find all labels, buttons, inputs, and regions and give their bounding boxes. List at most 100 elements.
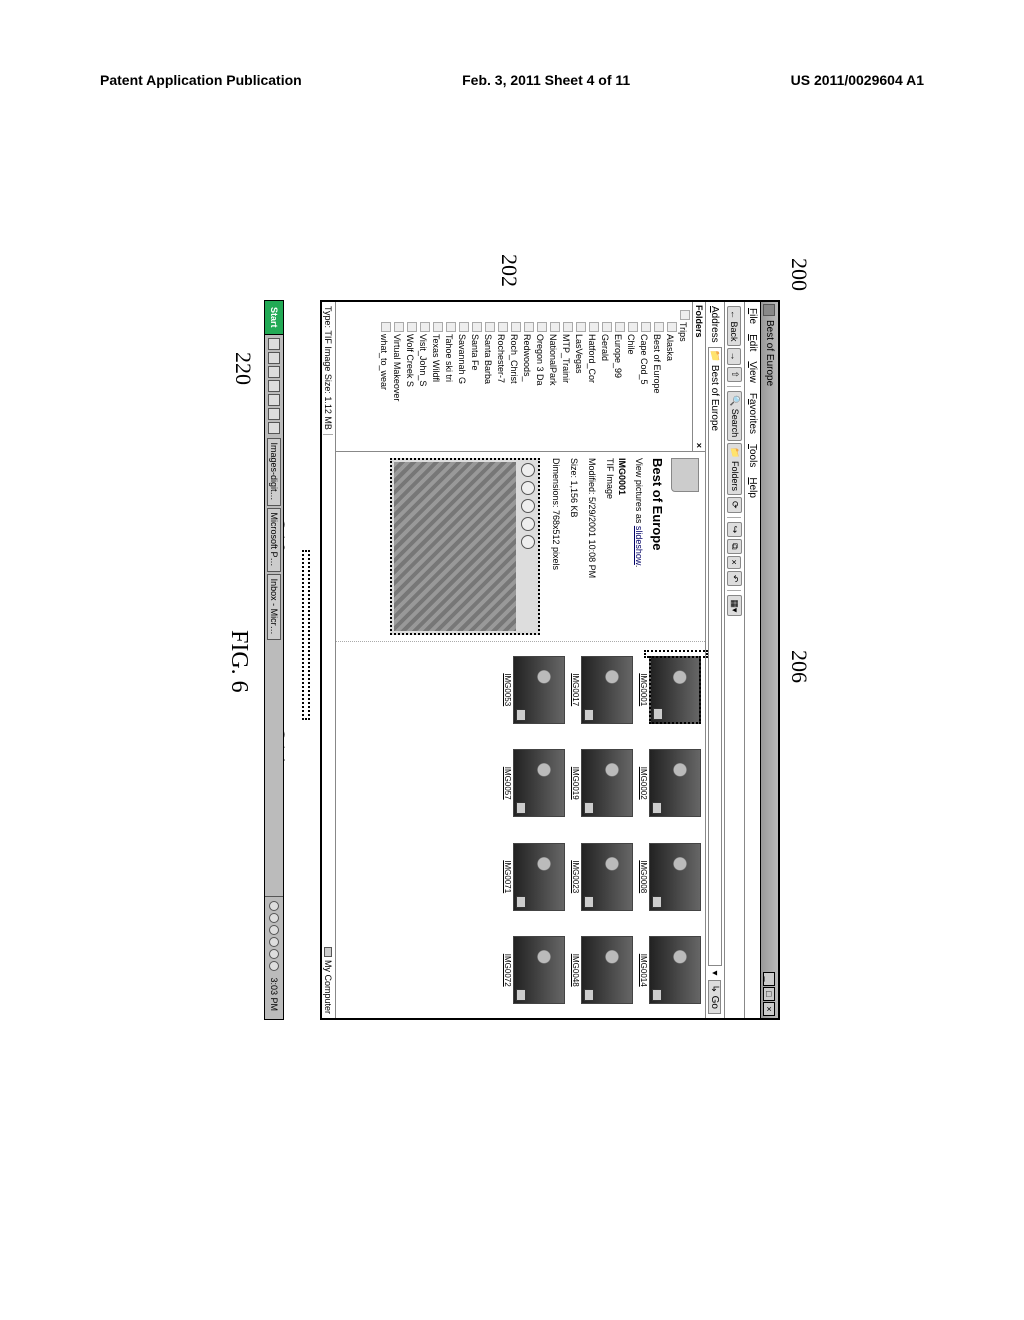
thumbnail[interactable]: IMG0071 [503, 833, 565, 921]
ql-icon[interactable] [268, 352, 280, 364]
tree-item[interactable]: LasVegas [573, 308, 586, 449]
tray-icon[interactable] [269, 913, 279, 923]
status-left: Type: TIF Image Size: 1.12 MB [324, 302, 334, 435]
thumbnail[interactable]: IMG0001 [639, 646, 701, 734]
thumb-image [513, 656, 565, 724]
start-button[interactable]: Start [265, 301, 283, 335]
tree-item[interactable]: Trips [677, 308, 690, 449]
zoom-out-icon[interactable] [521, 481, 535, 495]
folders-header: Folders × [692, 302, 705, 451]
header-right: US 2011/0029604 A1 [791, 72, 924, 88]
menu-edit[interactable]: Edit [747, 334, 758, 351]
tree-item[interactable]: MTP_Trainir [560, 308, 573, 449]
back-button[interactable]: ← Back [728, 306, 742, 346]
tree-item[interactable]: Oregon 3 Da [534, 308, 547, 449]
tree-item[interactable]: Santa Fe [469, 308, 482, 449]
tree-item[interactable]: Santa Barba [482, 308, 495, 449]
thumb-label: IMG0023 [571, 833, 580, 921]
zoom-in-icon[interactable] [521, 463, 535, 477]
thumbnail[interactable]: IMG0023 [571, 833, 633, 921]
up-button[interactable]: ⇧ [727, 367, 742, 383]
thumbnail[interactable]: IMG0053 [503, 646, 565, 734]
address-input[interactable] [708, 347, 722, 967]
tray-icon[interactable] [269, 961, 279, 971]
ql-icon[interactable] [268, 366, 280, 378]
dropdown-icon[interactable]: ▾ [710, 970, 721, 975]
tree-item[interactable]: Chile [625, 308, 638, 449]
task-button[interactable]: Images-digit… [267, 438, 281, 506]
tree-item[interactable]: Visit_John_S [417, 308, 430, 449]
tree-item[interactable]: Alaska [664, 308, 677, 449]
window-body: Folders × TripsAlaskaBest of EuropeCape … [336, 302, 705, 1018]
rotate-icon[interactable] [521, 535, 535, 549]
sel-dim: Dimensions: 768x512 pixels [550, 458, 562, 635]
print-icon[interactable] [521, 517, 535, 531]
history-button[interactable]: ⟳ [727, 497, 742, 513]
ql-icon[interactable] [268, 394, 280, 406]
undo-button[interactable]: ↶ [727, 571, 742, 587]
folder-tree[interactable]: TripsAlaskaBest of EuropeCape Cod_5Chile… [336, 302, 692, 451]
ql-icon[interactable] [268, 380, 280, 392]
thumbnail[interactable]: IMG0048 [571, 927, 633, 1015]
thumbnail[interactable]: IMG0057 [503, 740, 565, 828]
thumbnail[interactable]: IMG0017 [571, 646, 633, 734]
thumbnail[interactable]: IMG0019 [571, 740, 633, 828]
ql-icon[interactable] [268, 422, 280, 434]
tree-item[interactable]: Cape Cod_5 [638, 308, 651, 449]
tree-item[interactable]: Hatford_Cor [586, 308, 599, 449]
task-button[interactable]: Microsoft P… [267, 508, 281, 572]
move-button[interactable]: ↪ [727, 522, 742, 538]
slideshow-link[interactable]: slideshow [634, 526, 644, 565]
page-header: Patent Application Publication Feb. 3, 2… [100, 72, 924, 88]
menu-help[interactable]: Help [747, 477, 758, 498]
max-button[interactable]: □ [764, 987, 776, 1001]
tree-item[interactable]: Rochester-7 [495, 308, 508, 449]
min-button[interactable]: _ [764, 972, 776, 986]
menu-file[interactable]: FFileile [747, 308, 758, 324]
menu-view[interactable]: View [747, 361, 758, 383]
tree-item[interactable]: Gerald [599, 308, 612, 449]
go-button[interactable]: ↳ Go [709, 980, 722, 1015]
tree-item[interactable]: Tahoe ski tri [443, 308, 456, 449]
close-button[interactable]: × [764, 1002, 776, 1016]
address-label: Address [710, 306, 721, 343]
tray-icon[interactable] [269, 925, 279, 935]
tree-item[interactable]: Redwoods_ [521, 308, 534, 449]
titlebar[interactable]: Best of Europe _ □ × [760, 302, 778, 1018]
forward-button[interactable]: → [728, 348, 742, 365]
copy-button[interactable]: ⧉ [727, 539, 742, 553]
folders-button[interactable]: 📁 Folders [727, 443, 742, 495]
sel-modified: Modified: 5/29/2001 10:08 PM [586, 458, 598, 635]
thumbnail[interactable]: IMG0002 [639, 740, 701, 828]
thumbnail[interactable]: IMG0072 [503, 927, 565, 1015]
folders-close[interactable]: × [694, 443, 704, 448]
tree-item[interactable]: Europe_99 [612, 308, 625, 449]
tree-item[interactable]: Roch_Christ [508, 308, 521, 449]
thumb-image [513, 936, 565, 1004]
menubar: FFileile Edit View Favorites Tools Help [744, 302, 760, 1018]
menu-tools[interactable]: Tools [747, 444, 758, 467]
thumbnail[interactable]: IMG0008 [639, 833, 701, 921]
tree-item[interactable]: Best of Europe [651, 308, 664, 449]
tray-icon[interactable] [269, 901, 279, 911]
delete-button[interactable]: × [728, 556, 742, 569]
tree-item[interactable]: NationalPark [547, 308, 560, 449]
search-button[interactable]: 🔍 Search [727, 391, 742, 441]
ql-icon[interactable] [268, 338, 280, 350]
thumbnail-grid[interactable]: IMG0001IMG0002IMG0008IMG0014IMG0017IMG00… [336, 642, 705, 1018]
tree-item[interactable]: what_to_wear [378, 308, 391, 449]
tree-item[interactable]: Virtual Makeover [391, 308, 404, 449]
fit-icon[interactable] [521, 499, 535, 513]
thumbnail[interactable]: IMG0014 [639, 927, 701, 1015]
content-pane: Best of Europe View pictures as slidesho… [336, 452, 705, 1018]
ql-icon[interactable] [268, 408, 280, 420]
menu-favorites[interactable]: Favorites [747, 393, 758, 434]
tray-icon[interactable] [269, 937, 279, 947]
tray-icon[interactable] [269, 949, 279, 959]
task-button[interactable]: Inbox - Micr… [267, 574, 281, 640]
thumb-label: IMG0057 [503, 740, 512, 828]
tree-item[interactable]: Texas Wildfl [430, 308, 443, 449]
tree-item[interactable]: Savannah G [456, 308, 469, 449]
tree-item[interactable]: Wolf Creek S [404, 308, 417, 449]
views-button[interactable]: ▦▾ [727, 595, 742, 616]
